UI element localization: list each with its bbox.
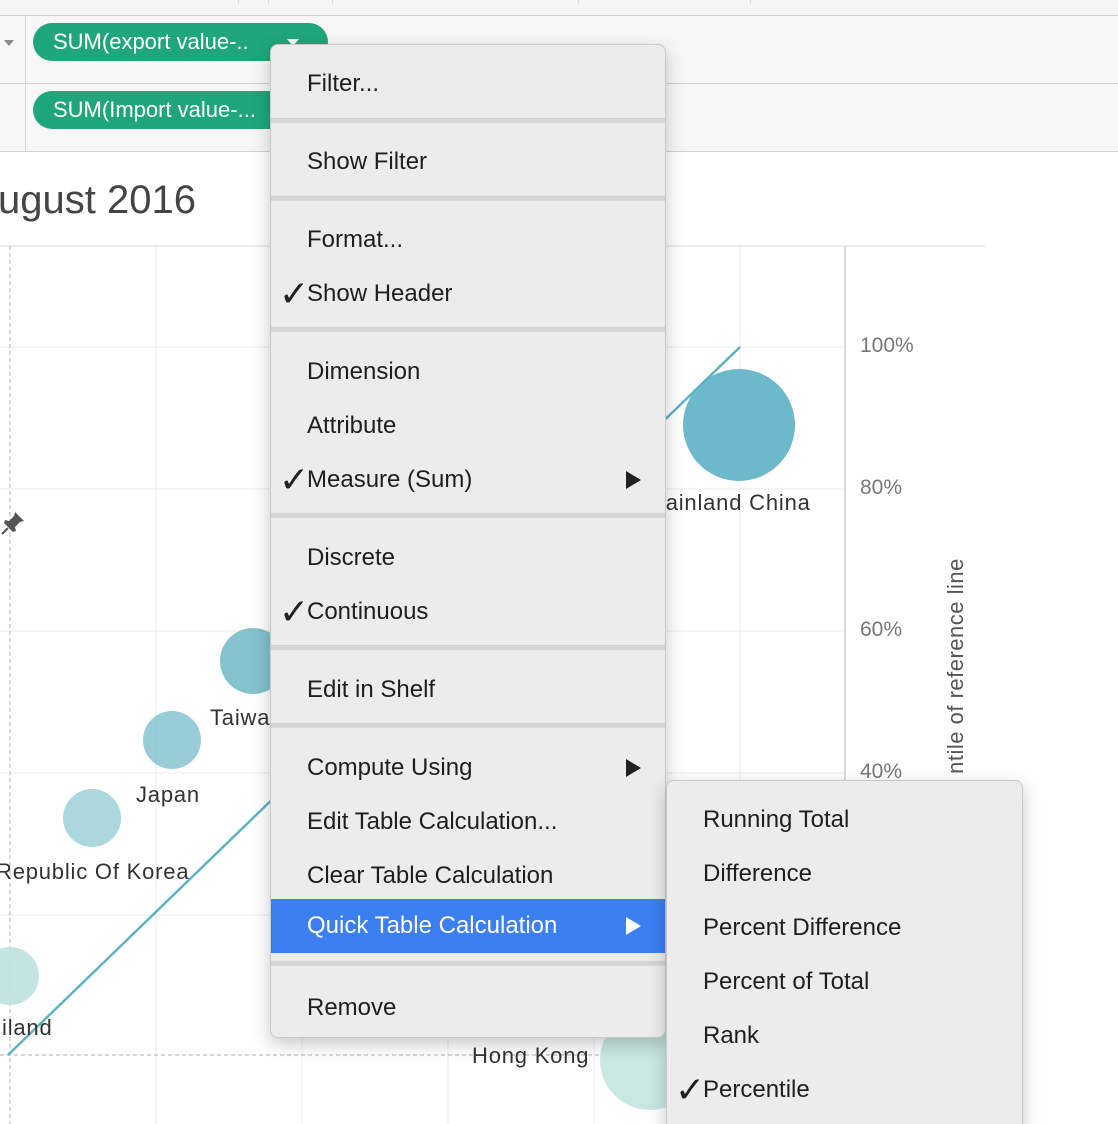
mark-label-taiwan: Taiwa <box>210 705 271 730</box>
shelf-divider <box>332 0 333 4</box>
menu-item-label: Continuous <box>307 598 429 625</box>
menu-item-edit-in-shelf[interactable]: Edit in Shelf <box>271 663 665 717</box>
mark-thailand <box>0 947 39 1005</box>
menu-item-remove[interactable]: Remove <box>271 981 665 1035</box>
axis-tick-label: 100% <box>860 334 914 357</box>
menu-item-label: Percent Difference <box>703 914 902 941</box>
menu-separator <box>271 327 665 332</box>
menu-item-edit-table-calculation[interactable]: Edit Table Calculation... <box>271 795 665 849</box>
mark-label-hongkong: Hong Kong <box>472 1043 590 1068</box>
menu-item-dimension[interactable]: Dimension <box>271 345 665 399</box>
mark-label-korea: Republic Of Korea <box>0 859 190 884</box>
submenu-arrow-icon <box>626 759 641 777</box>
menu-item-measure[interactable]: ✓ Measure (Sum) <box>271 453 665 507</box>
menu-item-label: Show Header <box>307 280 453 307</box>
menu-item-label: Edit in Shelf <box>307 676 436 703</box>
menu-separator <box>271 645 665 650</box>
checkmark-icon: ✓ <box>675 1069 706 1110</box>
menu-item-label: Edit Table Calculation... <box>307 808 558 835</box>
menu-item-clear-table-calculation[interactable]: Clear Table Calculation <box>271 849 665 903</box>
menu-separator <box>271 513 665 518</box>
submenu-item-percent-difference[interactable]: Percent Difference <box>667 901 1022 955</box>
checkmark-icon: ✓ <box>279 591 310 632</box>
menu-item-label: Compute Using <box>307 754 473 781</box>
shelf-divider <box>238 0 239 4</box>
axis-tick-label: 80% <box>860 476 903 499</box>
mark-label-thailand: iland <box>2 1015 53 1040</box>
menu-separator <box>271 723 665 728</box>
menu-item-label: Show Filter <box>307 148 428 175</box>
menu-item-label: Remove <box>307 994 397 1021</box>
menu-item-filter[interactable]: Filter... <box>271 57 665 111</box>
menu-item-attribute[interactable]: Attribute <box>271 399 665 453</box>
rows-shelf-label[interactable] <box>0 84 26 151</box>
menu-item-label: Attribute <box>307 412 397 439</box>
menu-item-label: Rank <box>703 1022 760 1049</box>
axis-tick-label: 60% <box>860 618 903 641</box>
menu-item-compute-using[interactable]: Compute Using <box>271 741 665 795</box>
pin-icon[interactable] <box>0 510 26 536</box>
columns-shelf-label[interactable] <box>0 16 26 83</box>
menu-item-discrete[interactable]: Discrete <box>271 531 665 585</box>
mark-japan <box>143 711 201 769</box>
chevron-down-icon <box>4 40 14 46</box>
submenu-item-percentile[interactable]: ✓ Percentile <box>667 1063 1022 1117</box>
menu-separator <box>271 196 665 201</box>
menu-item-show-filter[interactable]: Show Filter <box>271 135 665 189</box>
menu-item-label: Dimension <box>307 358 421 385</box>
menu-item-label: Quick Table Calculation <box>307 912 558 939</box>
columns-pill-label: SUM(export value-.. <box>53 29 249 54</box>
menu-item-label: Discrete <box>307 544 396 571</box>
menu-item-quick-table-calculation[interactable]: Quick Table Calculation <box>271 899 665 953</box>
shelf-divider <box>578 0 579 4</box>
menu-item-show-header[interactable]: ✓ Show Header <box>271 267 665 321</box>
menu-separator <box>271 961 665 966</box>
menu-item-label: Running Total <box>703 806 850 833</box>
menu-item-label: Difference <box>703 860 812 887</box>
submenu-item-rank[interactable]: Rank <box>667 1009 1022 1063</box>
submenu-item-percent-of-total[interactable]: Percent of Total <box>667 955 1022 1009</box>
checkmark-icon: ✓ <box>279 459 310 500</box>
shelf-header-strip <box>0 0 1118 16</box>
mark-korea <box>63 789 121 847</box>
shelf-divider <box>268 0 269 4</box>
shelf-divider <box>750 0 751 4</box>
submenu-arrow-icon <box>626 917 641 935</box>
menu-item-label: Percentile <box>703 1076 810 1103</box>
mark-china <box>683 369 795 481</box>
mark-label-japan: Japan <box>136 782 200 807</box>
mark-label-china: lainland China <box>660 490 811 515</box>
submenu-item-difference[interactable]: Difference <box>667 847 1022 901</box>
menu-item-label: Filter... <box>307 70 380 97</box>
menu-item-label: Percent of Total <box>703 968 870 995</box>
menu-item-format[interactable]: Format... <box>271 213 665 267</box>
menu-item-label: Measure (Sum) <box>307 466 473 493</box>
checkmark-icon: ✓ <box>279 273 310 314</box>
submenu-arrow-icon <box>626 471 641 489</box>
rows-pill-label: SUM(Import value-... <box>53 97 256 122</box>
axis-title[interactable]: ntile of reference line <box>943 558 969 774</box>
menu-item-label: Clear Table Calculation <box>307 862 554 889</box>
menu-item-label: Format... <box>307 226 404 253</box>
quick-table-calculation-submenu[interactable]: Running Total Difference Percent Differe… <box>666 780 1023 1124</box>
submenu-item-running-total[interactable]: Running Total <box>667 793 1022 847</box>
menu-separator <box>271 118 665 123</box>
menu-item-continuous[interactable]: ✓ Continuous <box>271 585 665 639</box>
pill-context-menu[interactable]: Filter... Show Filter Format... ✓ Show H… <box>270 44 666 1038</box>
